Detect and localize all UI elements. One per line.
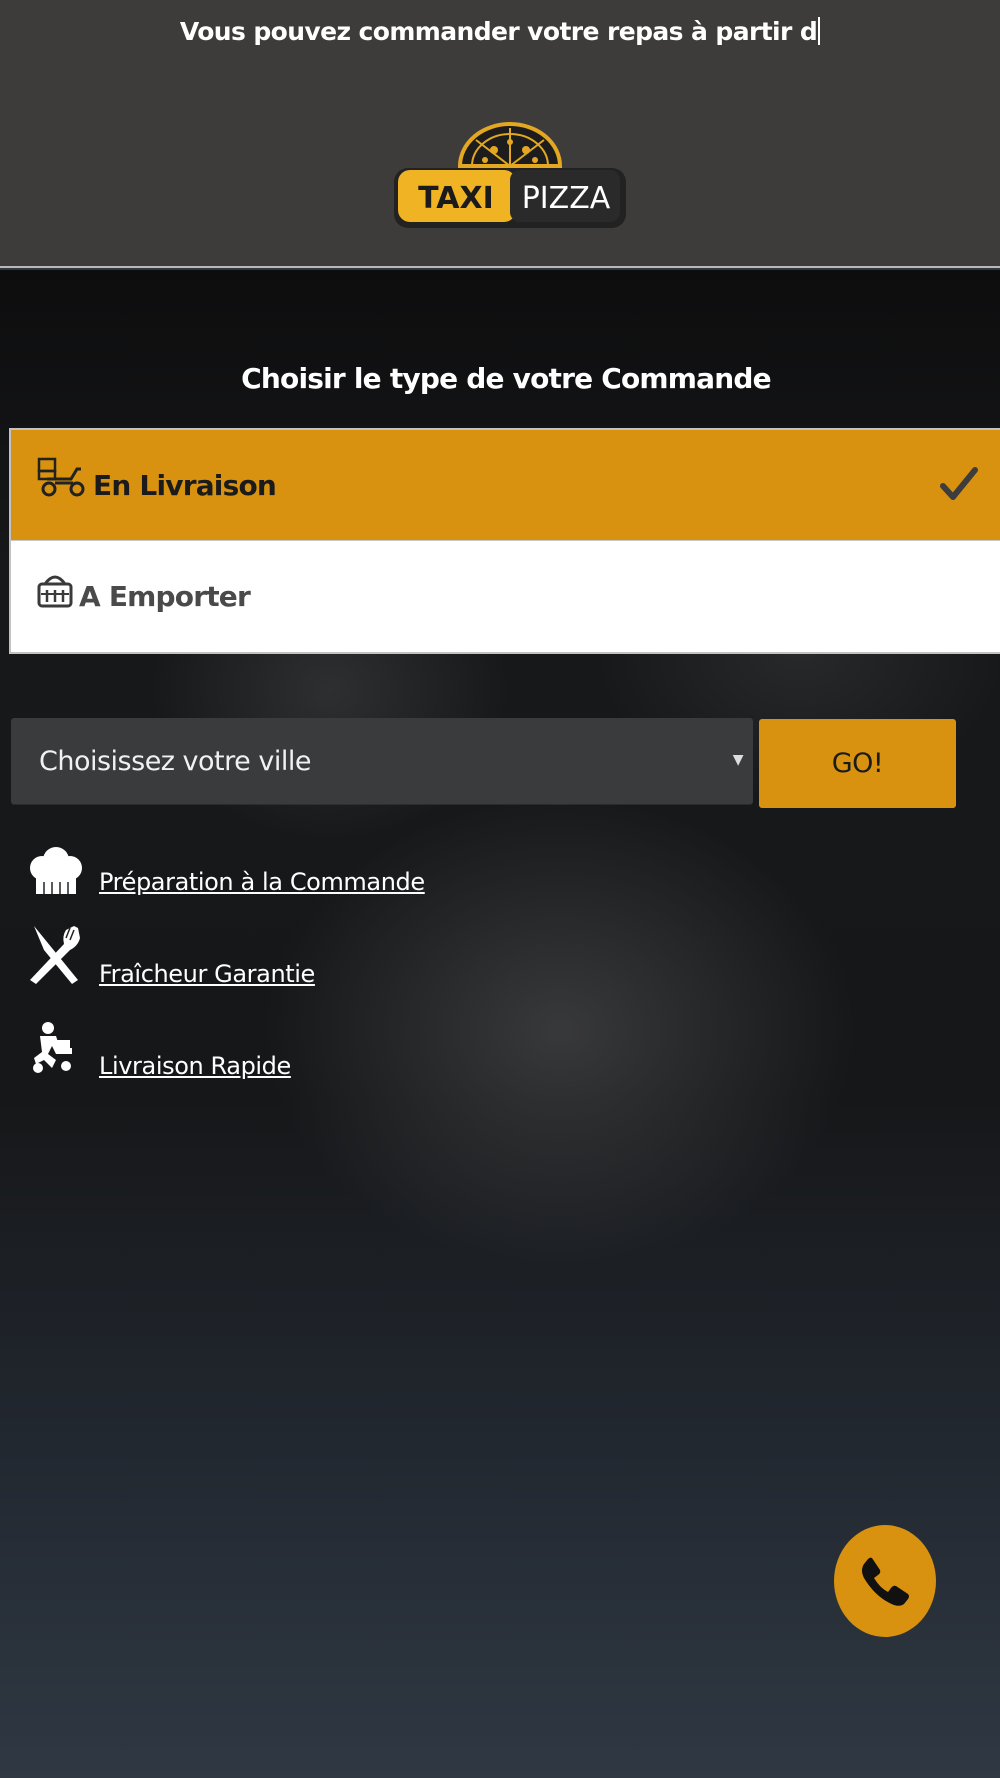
- basket-icon: [37, 575, 73, 607]
- city-select[interactable]: Choisissez votre ville ▼: [11, 718, 753, 804]
- logo-word-pizza: PIZZA: [522, 181, 611, 216]
- feature-link-fraicheur[interactable]: Fraîcheur Garantie: [99, 960, 315, 988]
- go-button[interactable]: GO!: [759, 719, 956, 808]
- feature-fraicheur: Fraîcheur Garantie: [26, 924, 626, 1004]
- option-en-livraison[interactable]: En Livraison: [11, 430, 1000, 541]
- announcement-ticker: Vous pouvez commander votre repas à part…: [0, 17, 1000, 46]
- delivery-man-icon: [33, 1022, 72, 1073]
- order-type-title: Choisir le type de votre Commande: [241, 362, 772, 395]
- option-a-emporter[interactable]: A Emporter: [11, 541, 1000, 652]
- feature-livraison-rapide: Livraison Rapide: [26, 1020, 626, 1100]
- scooter-icon: [37, 457, 85, 497]
- order-type-list: En Livraison A Emporter: [9, 428, 1000, 654]
- checkmark-icon: [940, 467, 978, 500]
- chef-hat-icon: [30, 847, 82, 894]
- feature-preparation: Préparation à la Commande: [26, 846, 626, 926]
- dropdown-arrow-icon: ▼: [732, 752, 744, 768]
- option-label: En Livraison: [93, 468, 277, 502]
- call-button[interactable]: [834, 1525, 936, 1637]
- feature-link-preparation[interactable]: Préparation à la Commande: [99, 868, 425, 896]
- feature-link-livraison[interactable]: Livraison Rapide: [99, 1052, 291, 1080]
- option-label: A Emporter: [79, 580, 251, 613]
- city-select-placeholder: Choisissez votre ville: [39, 745, 311, 777]
- taxi-pizza-logo[interactable]: TAXI PIZZA: [390, 122, 630, 234]
- ticker-cursor: [818, 17, 821, 45]
- phone-icon: [862, 1557, 909, 1606]
- logo-word-taxi: TAXI: [418, 181, 494, 216]
- knife-fork-icon: [30, 926, 80, 984]
- ticker-text: Vous pouvez commander votre repas à part…: [179, 17, 818, 46]
- top-header: Vous pouvez commander votre repas à part…: [0, 0, 1000, 268]
